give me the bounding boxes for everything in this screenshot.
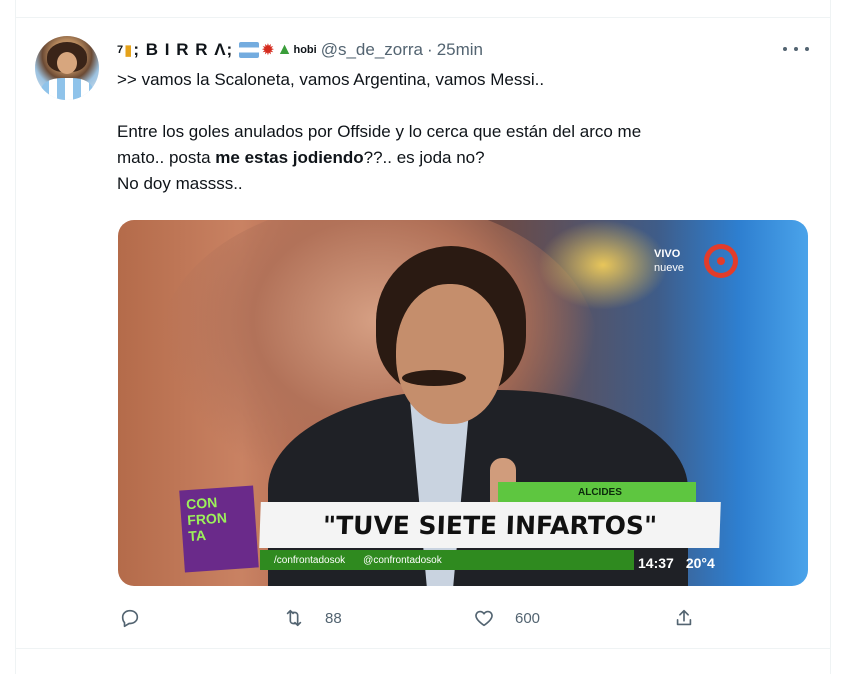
- avatar[interactable]: [35, 36, 99, 100]
- channel-name: nueve: [654, 262, 684, 274]
- social-bar: /confrontadosok @confrontadosok: [260, 550, 634, 570]
- tweet-line: No doy massss..: [117, 174, 243, 193]
- retweet-icon: [286, 609, 302, 627]
- share-button[interactable]: [673, 600, 695, 636]
- channel-eye-icon: [704, 244, 738, 278]
- name-tag: ALCIDES: [498, 482, 696, 502]
- person-head: [396, 284, 504, 424]
- reply-button[interactable]: [119, 600, 141, 636]
- timeline-border-right: [830, 0, 831, 674]
- tv-temperature: 20°4: [685, 555, 715, 571]
- more-dot: [805, 47, 809, 51]
- avatar-face: [57, 52, 77, 74]
- facebook-handle: /confrontadosok: [274, 554, 346, 566]
- tweet-header: 7 ▮ ; B I R R Λ; ✹ ▲ hobi @s_de_zorra · …: [117, 38, 483, 62]
- more-dot: [783, 47, 787, 51]
- display-name-superscript: 7: [117, 44, 124, 56]
- like-icon: [475, 610, 493, 627]
- tweet-actions: 88 600: [0, 600, 862, 636]
- tweet-text: >> vamos la Scaloneta, vamos Argentina, …: [117, 67, 807, 197]
- beer-icon: ▮: [124, 42, 133, 59]
- share-icon: [676, 609, 692, 626]
- headline-banner: "TUVE SIETE INFARTOS": [259, 502, 721, 548]
- avatar-shirt: [41, 78, 93, 100]
- tv-time: 14:37: [638, 555, 674, 571]
- retweet-count: 88: [325, 609, 342, 627]
- reply-icon: [121, 609, 139, 628]
- channel-logo: VIVO nueve: [654, 244, 744, 284]
- display-name[interactable]: ; B I R R Λ;: [133, 40, 233, 60]
- show-logo-line: TA: [187, 526, 207, 545]
- timeline-border-left: [15, 0, 16, 674]
- more-dot: [794, 47, 798, 51]
- dinosaur-icon: ▲: [276, 41, 293, 58]
- media-background-light: [538, 220, 668, 310]
- like-count: 600: [515, 609, 541, 627]
- like-button[interactable]: 600: [473, 600, 540, 636]
- tweet-line: Entre los goles anulados por Offside y l…: [117, 122, 642, 141]
- more-icon[interactable]: [783, 40, 809, 58]
- separator-dot: ·: [427, 40, 433, 59]
- tweet-bold-phrase: me estas jodiendo: [215, 148, 364, 167]
- tv-clock: 14:37 20°4: [638, 554, 715, 572]
- divider-top: [15, 17, 831, 18]
- retweet-button[interactable]: 88: [283, 600, 342, 636]
- twitter-handle: @confrontadosok: [363, 554, 442, 566]
- tweet-media[interactable]: VIVO nueve CON FRON TA ALCIDES "TUVE SIE…: [118, 220, 808, 586]
- tweet-line-part: ??.. es joda no?: [363, 148, 485, 167]
- display-name-badge: hobi: [293, 44, 317, 56]
- channel-live-label: VIVO: [654, 248, 681, 260]
- argentina-flag-icon: [239, 42, 260, 58]
- maple-leaf-icon: ✹: [261, 42, 275, 59]
- tweet-line: >> vamos la Scaloneta, vamos Argentina, …: [117, 70, 545, 89]
- divider-bottom: [15, 648, 831, 649]
- show-logo: CON FRON TA: [179, 485, 259, 573]
- tweet-time[interactable]: 25min: [437, 40, 483, 60]
- tweet-line-part: mato.. posta: [117, 148, 216, 167]
- user-handle[interactable]: @s_de_zorra: [321, 40, 423, 60]
- tweet-line: mato.. posta me estas jodiendo??.. es jo…: [117, 145, 807, 171]
- person-mustache: [402, 370, 466, 386]
